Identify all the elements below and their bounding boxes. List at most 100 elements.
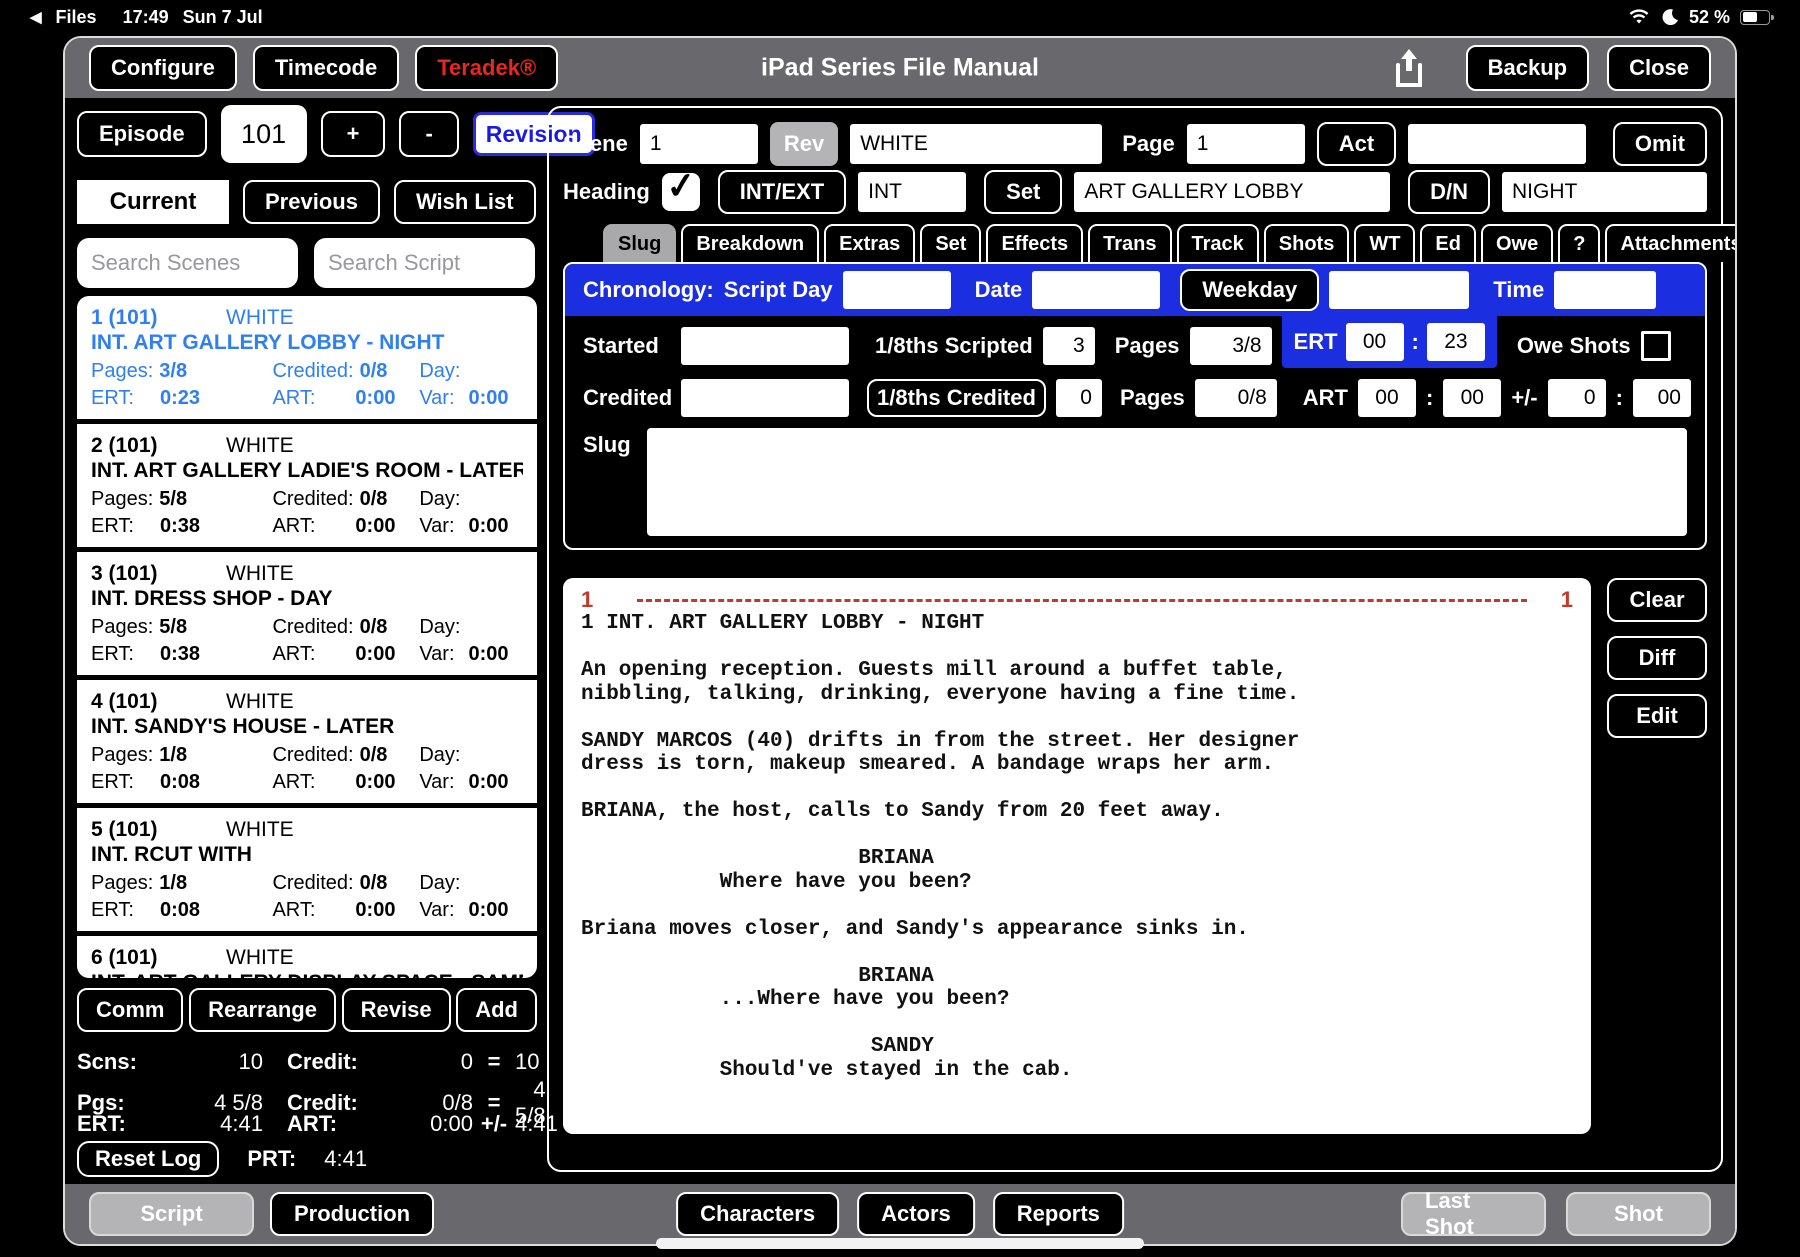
ert-hours-field[interactable] [1345, 322, 1404, 361]
started-field[interactable] [681, 327, 849, 365]
rearrange-button[interactable]: Rearrange [189, 988, 336, 1032]
scene-list-item-4[interactable]: 4 (101) WHITE INT. SANDY'S HOUSE - LATER … [77, 680, 537, 808]
share-icon[interactable] [1392, 47, 1426, 89]
scene-number: 4 (101) [91, 690, 158, 713]
scene-list-item-1[interactable]: 1 (101) WHITE INT. ART GALLERY LOBBY - NI… [77, 296, 537, 424]
tab-attachments[interactable]: Attachments [1605, 224, 1735, 262]
scene-art: ART: 0:00 [272, 899, 396, 921]
tab-wish-list[interactable]: Wish List [393, 180, 536, 224]
tab-wt[interactable]: WT [1354, 224, 1416, 262]
eighths-scripted-field[interactable] [1042, 327, 1095, 365]
main-content: Episode + - Revision Current Previous Wi… [65, 98, 1735, 1184]
int-ext-field[interactable] [858, 172, 967, 212]
files-breadcrumb[interactable]: Files [56, 7, 97, 28]
scene-list-item-5[interactable]: 5 (101) WHITE INT. RCUT WITH Pages: 1/8 Cr… [77, 808, 537, 936]
last-shot-button[interactable]: Last Shot [1401, 1188, 1546, 1239]
art-minutes-field[interactable] [1443, 379, 1502, 417]
eighths-credited-button[interactable]: 1/8ths Credited [867, 379, 1046, 417]
act-field[interactable] [1408, 124, 1587, 164]
characters-button[interactable]: Characters [676, 1192, 840, 1236]
variance-minutes-field[interactable] [1632, 379, 1691, 417]
scene-title: INT. ART GALLERY DISPLAY SPACE - SAME... [91, 971, 523, 978]
art-hours-field[interactable] [1357, 379, 1416, 417]
actors-button[interactable]: Actors [857, 1192, 975, 1236]
tab-current[interactable]: Current [77, 180, 229, 224]
app-window: Configure Timecode Teradek® iPad Series … [63, 36, 1737, 1246]
scene-day: Day: [419, 616, 461, 638]
slug-label: Slug [583, 432, 631, 457]
comm-button[interactable]: Comm [77, 988, 184, 1032]
search-scenes-input[interactable] [77, 238, 298, 288]
episode-button[interactable]: Episode [77, 111, 207, 157]
weekday-button[interactable]: Weekday [1180, 269, 1320, 311]
timecode-button[interactable]: Timecode [252, 45, 400, 91]
add-button[interactable]: Add [456, 988, 537, 1032]
set-field[interactable] [1074, 172, 1391, 212]
tab-extras[interactable]: Extras [824, 224, 916, 262]
configure-button[interactable]: Configure [89, 45, 237, 91]
script-day-field[interactable] [842, 271, 951, 309]
rev-button[interactable]: Rev [769, 122, 839, 166]
tab-previous[interactable]: Previous [243, 180, 380, 224]
slug-textarea[interactable] [646, 428, 1687, 536]
date-field[interactable] [1032, 271, 1161, 309]
tab-trans[interactable]: Trans [1088, 224, 1172, 262]
scene-list-item-2[interactable]: 2 (101) WHITE INT. ART GALLERY LADIE'S RO… [77, 424, 537, 552]
eighths-credited-field[interactable] [1055, 379, 1102, 417]
slug-row: Slug [565, 424, 1705, 536]
ert-minutes-field[interactable] [1426, 322, 1485, 361]
variance-hours-field[interactable] [1547, 379, 1606, 417]
owe-shots-checkbox[interactable] [1640, 331, 1671, 361]
scene-number-field[interactable] [639, 124, 758, 164]
episode-minus-button[interactable]: - [399, 111, 459, 157]
tab-effects[interactable]: Effects [986, 224, 1084, 262]
scene-credited: Credited: 0/8 [272, 616, 388, 638]
edit-button[interactable]: Edit [1607, 694, 1707, 738]
act-button[interactable]: Act [1316, 122, 1397, 166]
set-button[interactable]: Set [984, 170, 1063, 214]
pages-credited-field[interactable] [1194, 379, 1277, 417]
shot-button[interactable]: Shot [1566, 1192, 1711, 1236]
backup-button[interactable]: Backup [1465, 45, 1590, 91]
day-night-button[interactable]: D/N [1408, 170, 1490, 214]
scene-title: INT. DRESS SHOP - DAY [91, 587, 333, 610]
moon-icon [1662, 9, 1678, 26]
search-script-input[interactable] [314, 238, 535, 288]
teradek-button[interactable]: Teradek® [415, 45, 559, 91]
scene-title: INT. ART GALLERY LOBBY - NIGHT [91, 331, 445, 354]
reports-button[interactable]: Reports [992, 1192, 1124, 1236]
page-field[interactable] [1186, 124, 1305, 164]
tab-ed[interactable]: Ed [1420, 224, 1476, 262]
revise-button[interactable]: Revise [341, 988, 451, 1032]
int-ext-button[interactable]: INT/EXT [717, 170, 847, 214]
omit-button[interactable]: Omit [1612, 122, 1707, 166]
script-preview[interactable]: 1 1 1 INT. ART GALLERY LOBBY - NIGHT An … [563, 578, 1591, 1134]
reset-log-button[interactable]: Reset Log [77, 1141, 220, 1177]
diff-button[interactable]: Diff [1607, 636, 1707, 680]
clear-button[interactable]: Clear [1607, 578, 1707, 622]
tab-breakdown[interactable]: Breakdown [681, 224, 820, 262]
credited-field[interactable] [681, 379, 849, 417]
pages-scripted-field[interactable] [1189, 327, 1272, 365]
tab-question[interactable]: ? [1558, 224, 1601, 262]
tab-owe[interactable]: Owe [1480, 224, 1554, 262]
scene-list-item-3[interactable]: 3 (101) WHITE INT. DRESS SHOP - DAY Pages… [77, 552, 537, 680]
tab-set[interactable]: Set [920, 224, 982, 262]
tab-slug[interactable]: Slug [603, 224, 677, 262]
back-icon[interactable]: ◀ [30, 8, 42, 26]
close-button[interactable]: Close [1607, 45, 1711, 91]
heading-checkbox[interactable]: ✓ [661, 164, 700, 211]
day-night-field[interactable] [1502, 172, 1707, 212]
production-mode-button[interactable]: Production [270, 1192, 435, 1236]
weekday-field[interactable] [1329, 271, 1470, 309]
time-field[interactable] [1554, 271, 1657, 309]
script-mode-button[interactable]: Script [89, 1192, 254, 1236]
episode-plus-button[interactable]: + [320, 111, 386, 157]
episode-number-field[interactable] [220, 105, 307, 163]
started-row: Started 1/8ths Scripted Pages ERT : Owe … [565, 315, 1705, 372]
tab-shots[interactable]: Shots [1263, 224, 1350, 262]
home-indicator[interactable] [656, 1238, 1144, 1249]
tab-track[interactable]: Track [1176, 224, 1259, 262]
revision-color-field[interactable] [850, 124, 1103, 164]
scene-list-item-6[interactable]: 6 (101) WHITE INT. ART GALLERY DISPLAY SP… [77, 936, 537, 978]
